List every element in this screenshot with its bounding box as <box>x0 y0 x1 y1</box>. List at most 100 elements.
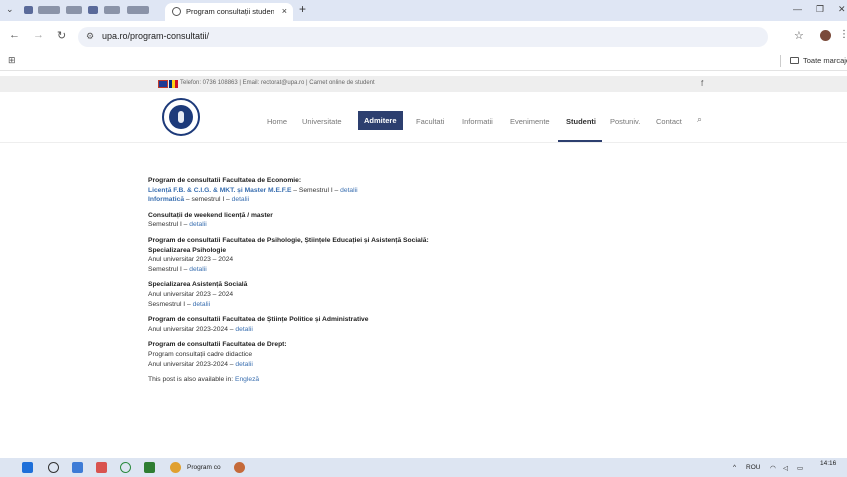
nav-informatii[interactable]: Informatii <box>462 117 493 126</box>
pinned-tab-5[interactable] <box>104 6 120 14</box>
windows-taskbar: Program co ^ ROU ◠ ◁ ▭ 14:16 <box>0 458 847 477</box>
nav-universitate[interactable]: Universitate <box>302 117 342 126</box>
sp-title: Program de consultatii Facultatea de Ști… <box>148 316 369 324</box>
bookmarks-bar: ⊞ Toate marcajele <box>0 51 847 71</box>
economie-licenta-link[interactable]: Licență F.B. & C.I.G. & MKT. și Master M… <box>148 187 291 194</box>
battery-icon[interactable]: ▭ <box>797 464 803 472</box>
taskbar-app-icon[interactable] <box>234 462 245 473</box>
weekend-line-text: Semestrul I – <box>148 221 190 229</box>
detalii-link-6[interactable]: detalii <box>235 326 252 333</box>
psiho-spec: Specializarea Psihologie <box>148 246 227 254</box>
tray-chevron-icon[interactable]: ^ <box>733 464 736 471</box>
taskbar-app-label[interactable]: Program co <box>187 464 221 471</box>
university-logo[interactable] <box>162 98 200 136</box>
available-in: This post is also available in: Engleză <box>148 375 748 385</box>
ro-flag-icon[interactable] <box>169 80 178 88</box>
search-icon[interactable]: ⌕ <box>697 114 702 125</box>
psiho-title: Program de consultatii Facultatea de Psi… <box>148 236 429 244</box>
sp-year: Anul universitar 2023-2024 – detalii <box>148 325 748 335</box>
as-spec: Specializarea Asistență Socială <box>148 281 248 289</box>
psiho-year: Anul universitar 2023 – 2024 <box>148 256 234 264</box>
english-version-link[interactable]: Engleză <box>235 376 259 383</box>
bookmarks-separator <box>780 55 781 67</box>
header-divider <box>0 142 847 143</box>
close-window-icon[interactable]: ✕ <box>838 4 846 15</box>
as-sem-text: Sesmestrul I – <box>148 300 193 308</box>
star-icon[interactable]: ☆ <box>794 29 804 42</box>
pinned-tab-1[interactable] <box>24 6 33 14</box>
available-text: This post is also available in: <box>148 376 235 384</box>
weekend-title: Consultații de weekend licență / master <box>148 211 273 219</box>
detalii-link-1[interactable]: detalii <box>340 187 357 194</box>
economie-line-1: Licență F.B. & C.I.G. & MKT. și Master M… <box>148 186 748 196</box>
language-flags <box>158 80 178 88</box>
logo-emblem <box>178 111 184 123</box>
profile-avatar[interactable] <box>820 30 831 41</box>
search-taskbar-icon[interactable] <box>48 462 59 473</box>
active-tab[interactable]: Program consultații studenți - × <box>165 3 293 21</box>
drept-year: Anul universitar 2023-2024 – detalii <box>148 360 748 370</box>
detalii-link-2[interactable]: detalii <box>232 196 249 203</box>
minimize-icon[interactable]: — <box>793 4 802 14</box>
economie-title: Program de consultatii Facultatea de Eco… <box>148 177 302 184</box>
url-text[interactable]: upa.ro/program-consultatii/ <box>102 31 209 41</box>
pinned-tab-2[interactable] <box>38 6 60 14</box>
drept-title: Program de consultatii Facultatea de Dre… <box>148 341 287 349</box>
nav-postuniv[interactable]: Postuniv. <box>610 117 640 126</box>
nav-evenimente[interactable]: Evenimente <box>510 117 550 126</box>
sp-year-text: Anul universitar 2023-2024 – <box>148 325 236 333</box>
detalii-link-5[interactable]: detalii <box>193 301 210 308</box>
nav-home[interactable]: Home <box>267 117 287 126</box>
file-explorer-icon[interactable] <box>72 462 83 473</box>
folder-icon <box>790 57 799 64</box>
economie-informatica-link[interactable]: Informatică <box>148 196 184 203</box>
nav-studenti[interactable]: Studenti <box>566 117 596 126</box>
site-settings-icon[interactable]: ⚙ <box>86 31 94 42</box>
weekend-line: Semestrul I – detalii <box>148 220 748 230</box>
apps-icon[interactable]: ⊞ <box>8 55 16 66</box>
economie-line-2-text: – semestrul I – <box>184 196 232 204</box>
address-bar[interactable]: ⚙ upa.ro/program-consultatii/ <box>78 27 768 47</box>
drept-year-text: Anul universitar 2023-2024 – <box>148 360 236 368</box>
pinned-tab-4[interactable] <box>88 6 98 14</box>
contact-info[interactable]: Telefon: 0736 108863 | Email: rectorat@u… <box>180 80 375 86</box>
tab-search-icon[interactable]: ⌄ <box>6 4 14 15</box>
pinned-tab-6[interactable] <box>127 6 149 14</box>
volume-icon[interactable]: ◁ <box>783 464 788 472</box>
pinned-tab-3[interactable] <box>66 6 82 14</box>
globe-icon <box>172 7 181 16</box>
excel-icon[interactable] <box>144 462 155 473</box>
reload-icon[interactable]: ↻ <box>57 29 66 42</box>
all-bookmarks-button[interactable]: Toate marcajele <box>803 56 847 65</box>
detalii-link-3[interactable]: detalii <box>189 221 206 228</box>
psiho-sem-text: Semestrul I – <box>148 265 190 273</box>
as-sem: Sesmestrul I – detalii <box>148 300 748 310</box>
economie-line-2: Informatică – semestrul I – detalii <box>148 195 748 205</box>
restore-icon[interactable]: ❐ <box>816 4 824 15</box>
consultations-content: Program de consultatii Facultatea de Eco… <box>148 176 748 385</box>
facebook-icon[interactable]: f <box>701 79 703 88</box>
kebab-icon[interactable]: ⋮ <box>839 29 847 40</box>
browser-toolbar: ← → ↻ ⚙ upa.ro/program-consultatii/ ☆ ⋮ <box>0 21 847 51</box>
economie-line-1-text: – Semestrul I – <box>291 186 341 194</box>
tab-title: Program consultații studenți - <box>186 7 274 16</box>
clock-time[interactable]: 14:16 <box>820 460 836 467</box>
new-tab-button[interactable]: + <box>299 2 306 16</box>
nav-contact[interactable]: Contact <box>656 117 682 126</box>
browser-tab-strip: ⌄ Program consultații studenți - × + — ❐… <box>0 0 847 21</box>
whatsapp-icon[interactable] <box>120 462 131 473</box>
office-icon[interactable] <box>96 462 107 473</box>
chrome-app-icon[interactable] <box>170 462 181 473</box>
close-tab-icon[interactable]: × <box>282 6 287 16</box>
nav-admitere[interactable]: Admitere <box>358 111 403 130</box>
language-indicator[interactable]: ROU <box>746 464 760 471</box>
psiho-sem: Semestrul I – detalii <box>148 265 748 275</box>
detalii-link-7[interactable]: detalii <box>235 361 252 368</box>
wifi-icon[interactable]: ◠ <box>770 464 776 472</box>
back-icon[interactable]: ← <box>9 29 20 41</box>
detalii-link-4[interactable]: detalii <box>189 266 206 273</box>
forward-icon[interactable]: → <box>33 29 44 41</box>
uk-flag-icon[interactable] <box>158 80 168 88</box>
nav-facultati[interactable]: Facultati <box>416 117 444 126</box>
start-icon[interactable] <box>22 462 33 473</box>
